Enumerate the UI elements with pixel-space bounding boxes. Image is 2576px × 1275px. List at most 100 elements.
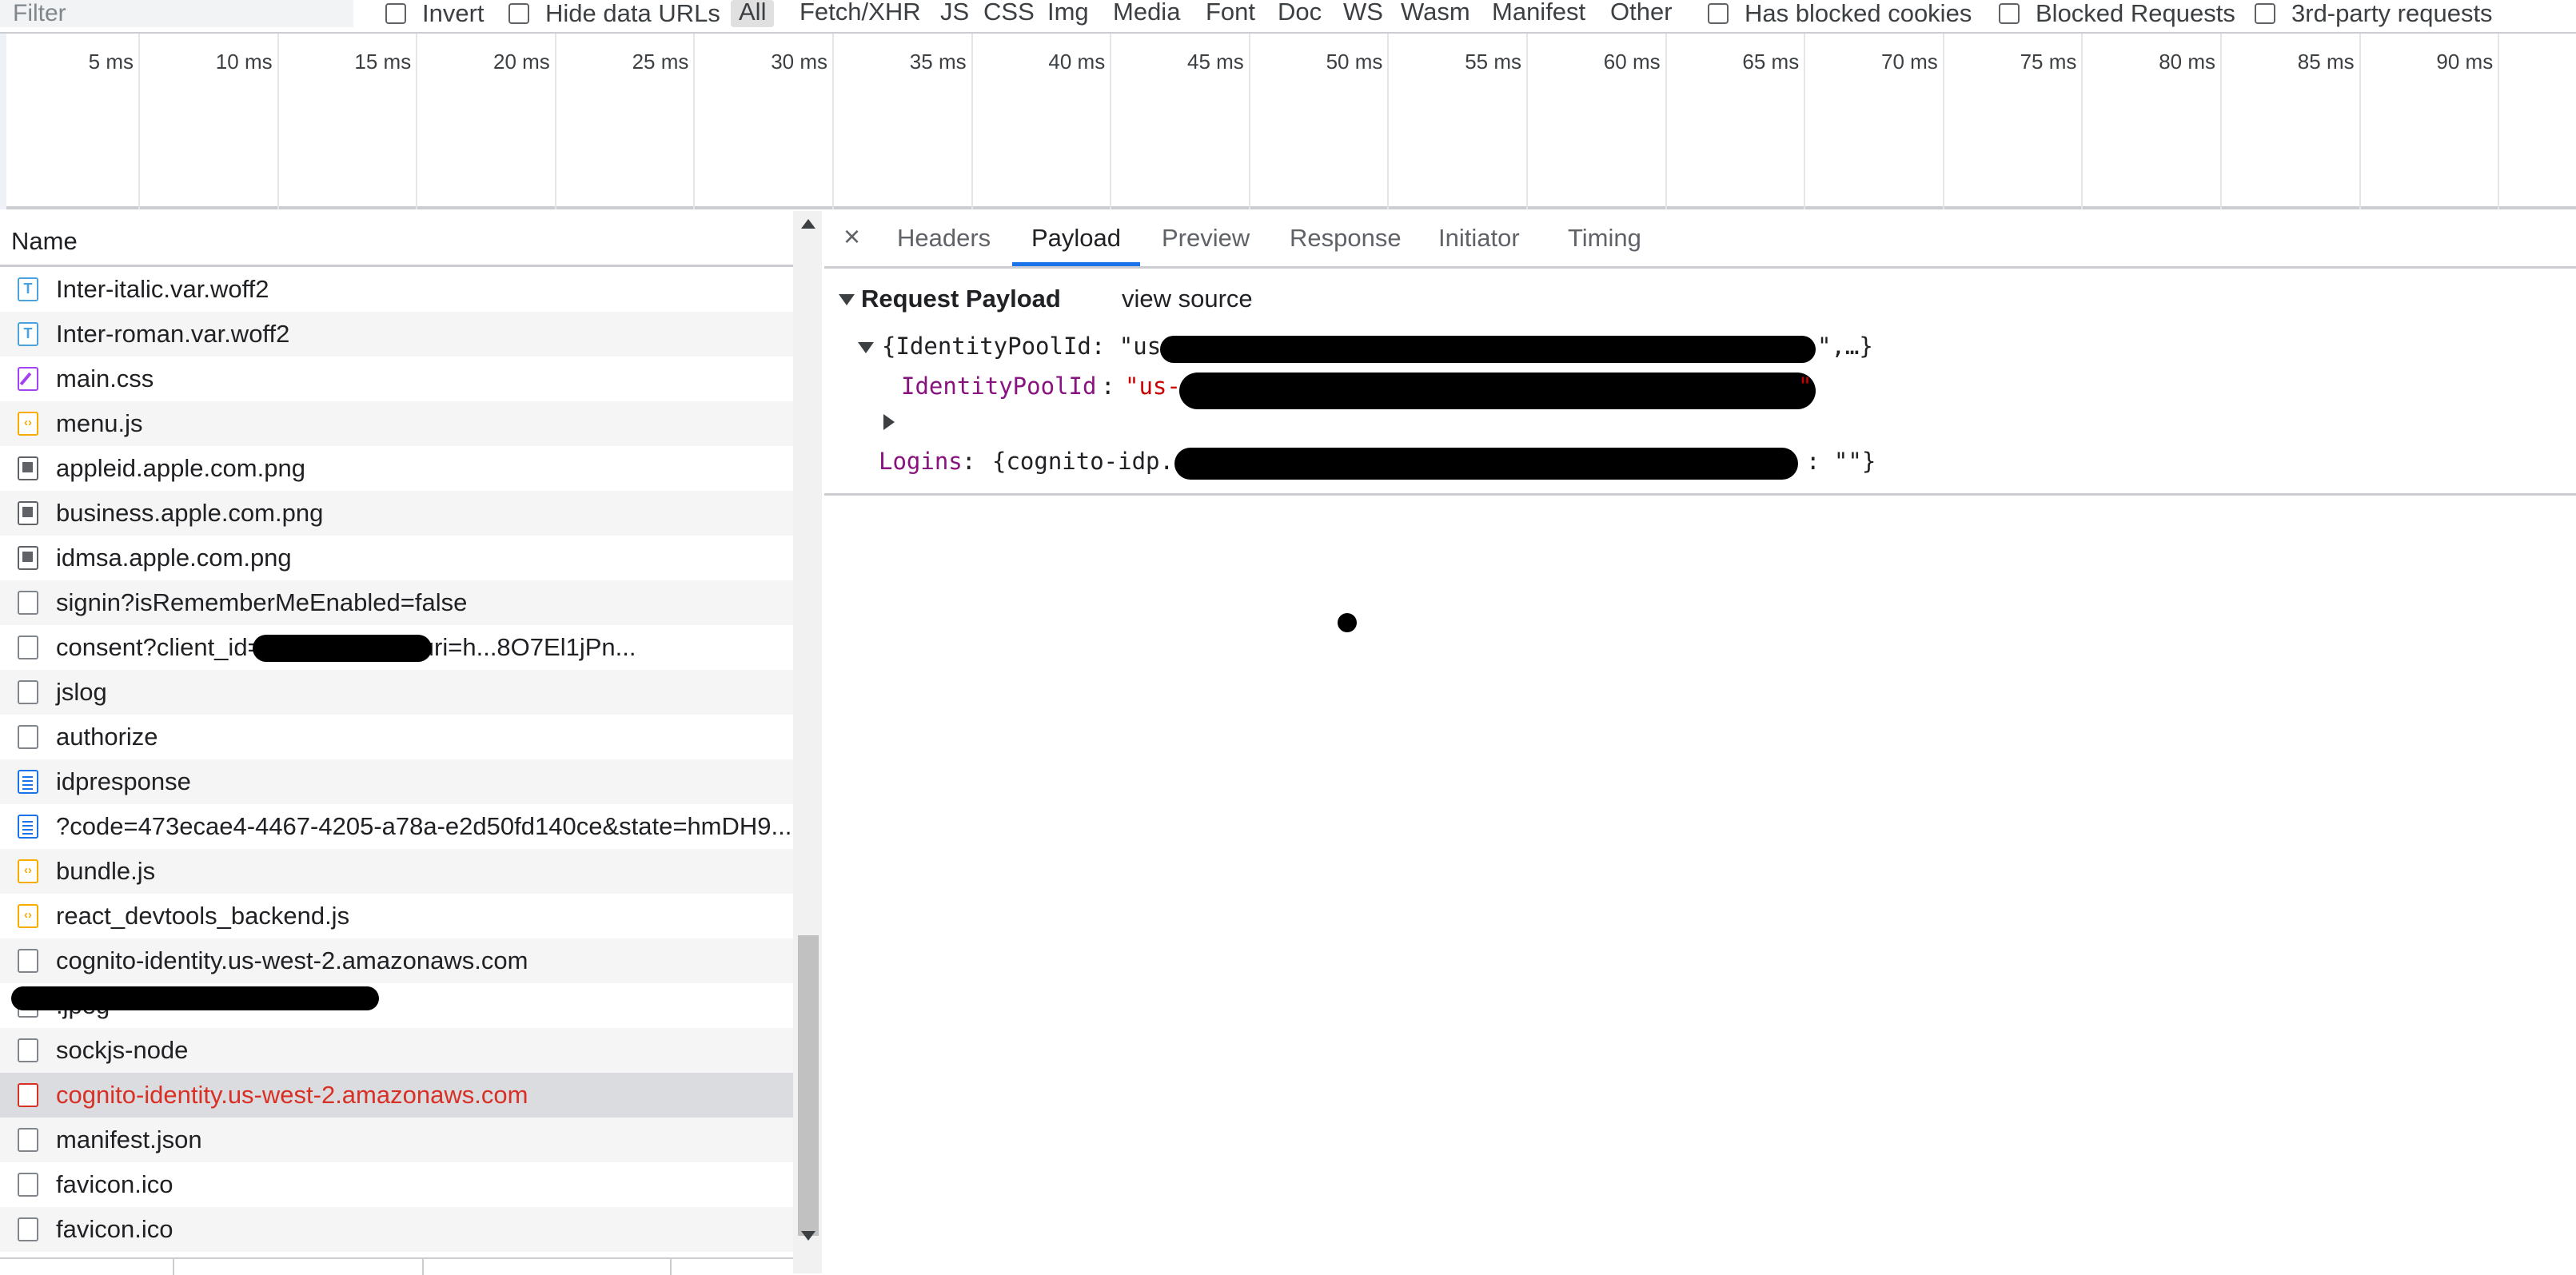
overview-tick-label: 90 ms <box>2436 50 2494 74</box>
request-name: authorize <box>56 723 158 751</box>
request-row[interactable]: T Inter-roman.var.woff2 <box>0 312 793 357</box>
overview-tick-label: 65 ms <box>1742 50 1800 74</box>
request-row[interactable]: .jpeg <box>0 983 793 1028</box>
column-divider[interactable] <box>670 1259 672 1275</box>
document-icon <box>18 815 38 839</box>
type-filter-manifest[interactable]: Manifest <box>1492 0 1585 27</box>
type-filter-wasm[interactable]: Wasm <box>1401 0 1470 27</box>
scroll-up-arrow-icon[interactable] <box>801 219 815 229</box>
tab-preview[interactable]: Preview <box>1162 224 1250 253</box>
overview-tick-label: 5 ms <box>88 50 134 74</box>
tab-response[interactable]: Response <box>1290 224 1402 253</box>
request-row[interactable]: idmsa.apple.com.png <box>0 536 793 580</box>
type-filter-css[interactable]: CSS <box>983 0 1035 27</box>
blank-icon <box>18 949 38 973</box>
scroll-down-arrow-icon[interactable] <box>801 1231 815 1241</box>
blocked-requests-label: Blocked Requests <box>2036 0 2235 27</box>
request-row[interactable]: favicon.ico <box>0 1207 793 1252</box>
request-row[interactable]: authorize <box>0 715 793 759</box>
column-divider[interactable] <box>422 1259 424 1275</box>
request-row[interactable]: jslog <box>0 670 793 715</box>
request-payload-title[interactable]: Request Payload <box>861 285 1061 313</box>
request-row[interactable]: signin?isRememberMeEnabled=false <box>0 580 793 625</box>
overview-gridline <box>971 34 973 209</box>
tab-headers[interactable]: Headers <box>897 224 991 253</box>
js-icon: ‹› <box>18 904 38 928</box>
type-filter-all[interactable]: All <box>731 0 775 27</box>
blocked-requests-checkbox-box[interactable] <box>1999 3 2020 24</box>
type-filter-other[interactable]: Other <box>1610 0 1673 27</box>
timeline-overview[interactable]: 5 ms 10 ms 15 ms 20 ms 25 ms 30 ms 35 ms 40 ms 4… <box>0 32 2576 209</box>
font-icon: T <box>18 277 38 301</box>
css-icon <box>18 367 38 391</box>
request-row[interactable]: idpresponse <box>0 759 793 804</box>
request-name: bundle.js <box>56 857 156 885</box>
request-list-panel: Name T Inter-italic.var.woff2 T Inter-roman… <box>0 211 822 1275</box>
identity-pool-id-value-start: "us- <box>1125 373 1181 400</box>
expand-object-icon[interactable] <box>858 342 874 353</box>
tab-timing[interactable]: Timing <box>1568 224 1641 253</box>
third-party-requests-checkbox[interactable]: 3rd-party requests <box>2255 0 2493 27</box>
blank-icon <box>18 1128 38 1152</box>
request-row[interactable]: ?code=473ecae4-4467-4205-a78a-e2d50fd140… <box>0 804 793 849</box>
request-row[interactable]: T Inter-italic.var.woff2 <box>0 267 793 312</box>
type-filter-doc[interactable]: Doc <box>1278 0 1322 27</box>
type-filter-ws[interactable]: WS <box>1343 0 1383 27</box>
has-blocked-cookies-checkbox-box[interactable] <box>1708 3 1729 24</box>
type-filter-font[interactable]: Font <box>1206 0 1255 27</box>
hide-data-urls-checkbox[interactable]: Hide data URLs <box>508 0 720 27</box>
blank-icon <box>18 1217 38 1241</box>
scrollbar-thumb[interactable] <box>798 935 819 1236</box>
blocked-requests-checkbox[interactable]: Blocked Requests <box>1999 0 2235 27</box>
request-name: favicon.ico <box>56 1215 173 1243</box>
has-blocked-cookies-checkbox[interactable]: Has blocked cookies <box>1708 0 1972 27</box>
request-row[interactable]: main.css <box>0 357 793 401</box>
request-name: menu.js <box>56 409 143 437</box>
active-tab-indicator <box>1012 262 1140 266</box>
overview-gridline <box>138 34 140 209</box>
tab-payload[interactable]: Payload <box>1031 224 1121 253</box>
tab-initiator[interactable]: Initiator <box>1438 224 1520 253</box>
request-row[interactable]: ‹› menu.js <box>0 401 793 446</box>
overview-tick-label: 80 ms <box>2159 50 2215 74</box>
request-row[interactable]: manifest.json <box>0 1118 793 1162</box>
column-divider[interactable] <box>173 1259 174 1275</box>
overview-gridline <box>1526 34 1528 209</box>
request-row[interactable]: cognito-identity.us-west-2.amazonaws.com <box>0 1073 793 1118</box>
request-row[interactable]: consent?client_id= .sid&redirect_uri=h..… <box>0 625 793 670</box>
filter-input[interactable] <box>0 0 353 27</box>
invert-checkbox[interactable]: Invert <box>385 0 484 27</box>
logins-value-start: {cognito-idp. <box>992 448 1174 475</box>
collapse-section-icon[interactable] <box>839 294 855 305</box>
request-row[interactable]: ‹› bundle.js <box>0 849 793 894</box>
request-row[interactable]: ‹› react_devtools_backend.js <box>0 894 793 938</box>
type-filter-media[interactable]: Media <box>1113 0 1180 27</box>
view-source-link[interactable]: view source <box>1122 285 1253 313</box>
request-row[interactable]: sockjs-node <box>0 1028 793 1073</box>
invert-checkbox-box[interactable] <box>385 3 406 24</box>
identity-pool-id-key: IdentityPoolId <box>901 373 1097 400</box>
expand-node-icon[interactable] <box>883 414 895 430</box>
column-footer-dividers <box>0 1257 793 1275</box>
type-filter-img[interactable]: Img <box>1047 0 1089 27</box>
request-name: appleid.apple.com.png <box>56 454 305 482</box>
overview-gridline <box>416 34 418 209</box>
third-party-requests-checkbox-box[interactable] <box>2255 3 2275 24</box>
request-row[interactable]: favicon.ico <box>0 1162 793 1207</box>
request-row[interactable]: cognito-identity.us-west-2.amazonaws.com <box>0 938 793 983</box>
redaction-mark <box>1179 373 1816 409</box>
invert-label: Invert <box>422 0 484 27</box>
overview-gridline <box>2220 34 2222 209</box>
type-filter-js[interactable]: JS <box>940 0 969 27</box>
blank-icon <box>18 680 38 704</box>
request-name: sockjs-node <box>56 1036 189 1064</box>
close-icon[interactable]: × <box>843 222 860 251</box>
request-row[interactable]: appleid.apple.com.png <box>0 446 793 491</box>
overview-gridline <box>1248 34 1250 209</box>
type-filter-fetch-xhr[interactable]: Fetch/XHR <box>800 0 921 27</box>
request-row[interactable]: business.apple.com.png <box>0 491 793 536</box>
name-column-header[interactable]: Name <box>0 211 793 267</box>
request-name: manifest.json <box>56 1126 202 1153</box>
overview-tick-label: 70 ms <box>1881 50 1938 74</box>
hide-data-urls-checkbox-box[interactable] <box>508 3 529 24</box>
